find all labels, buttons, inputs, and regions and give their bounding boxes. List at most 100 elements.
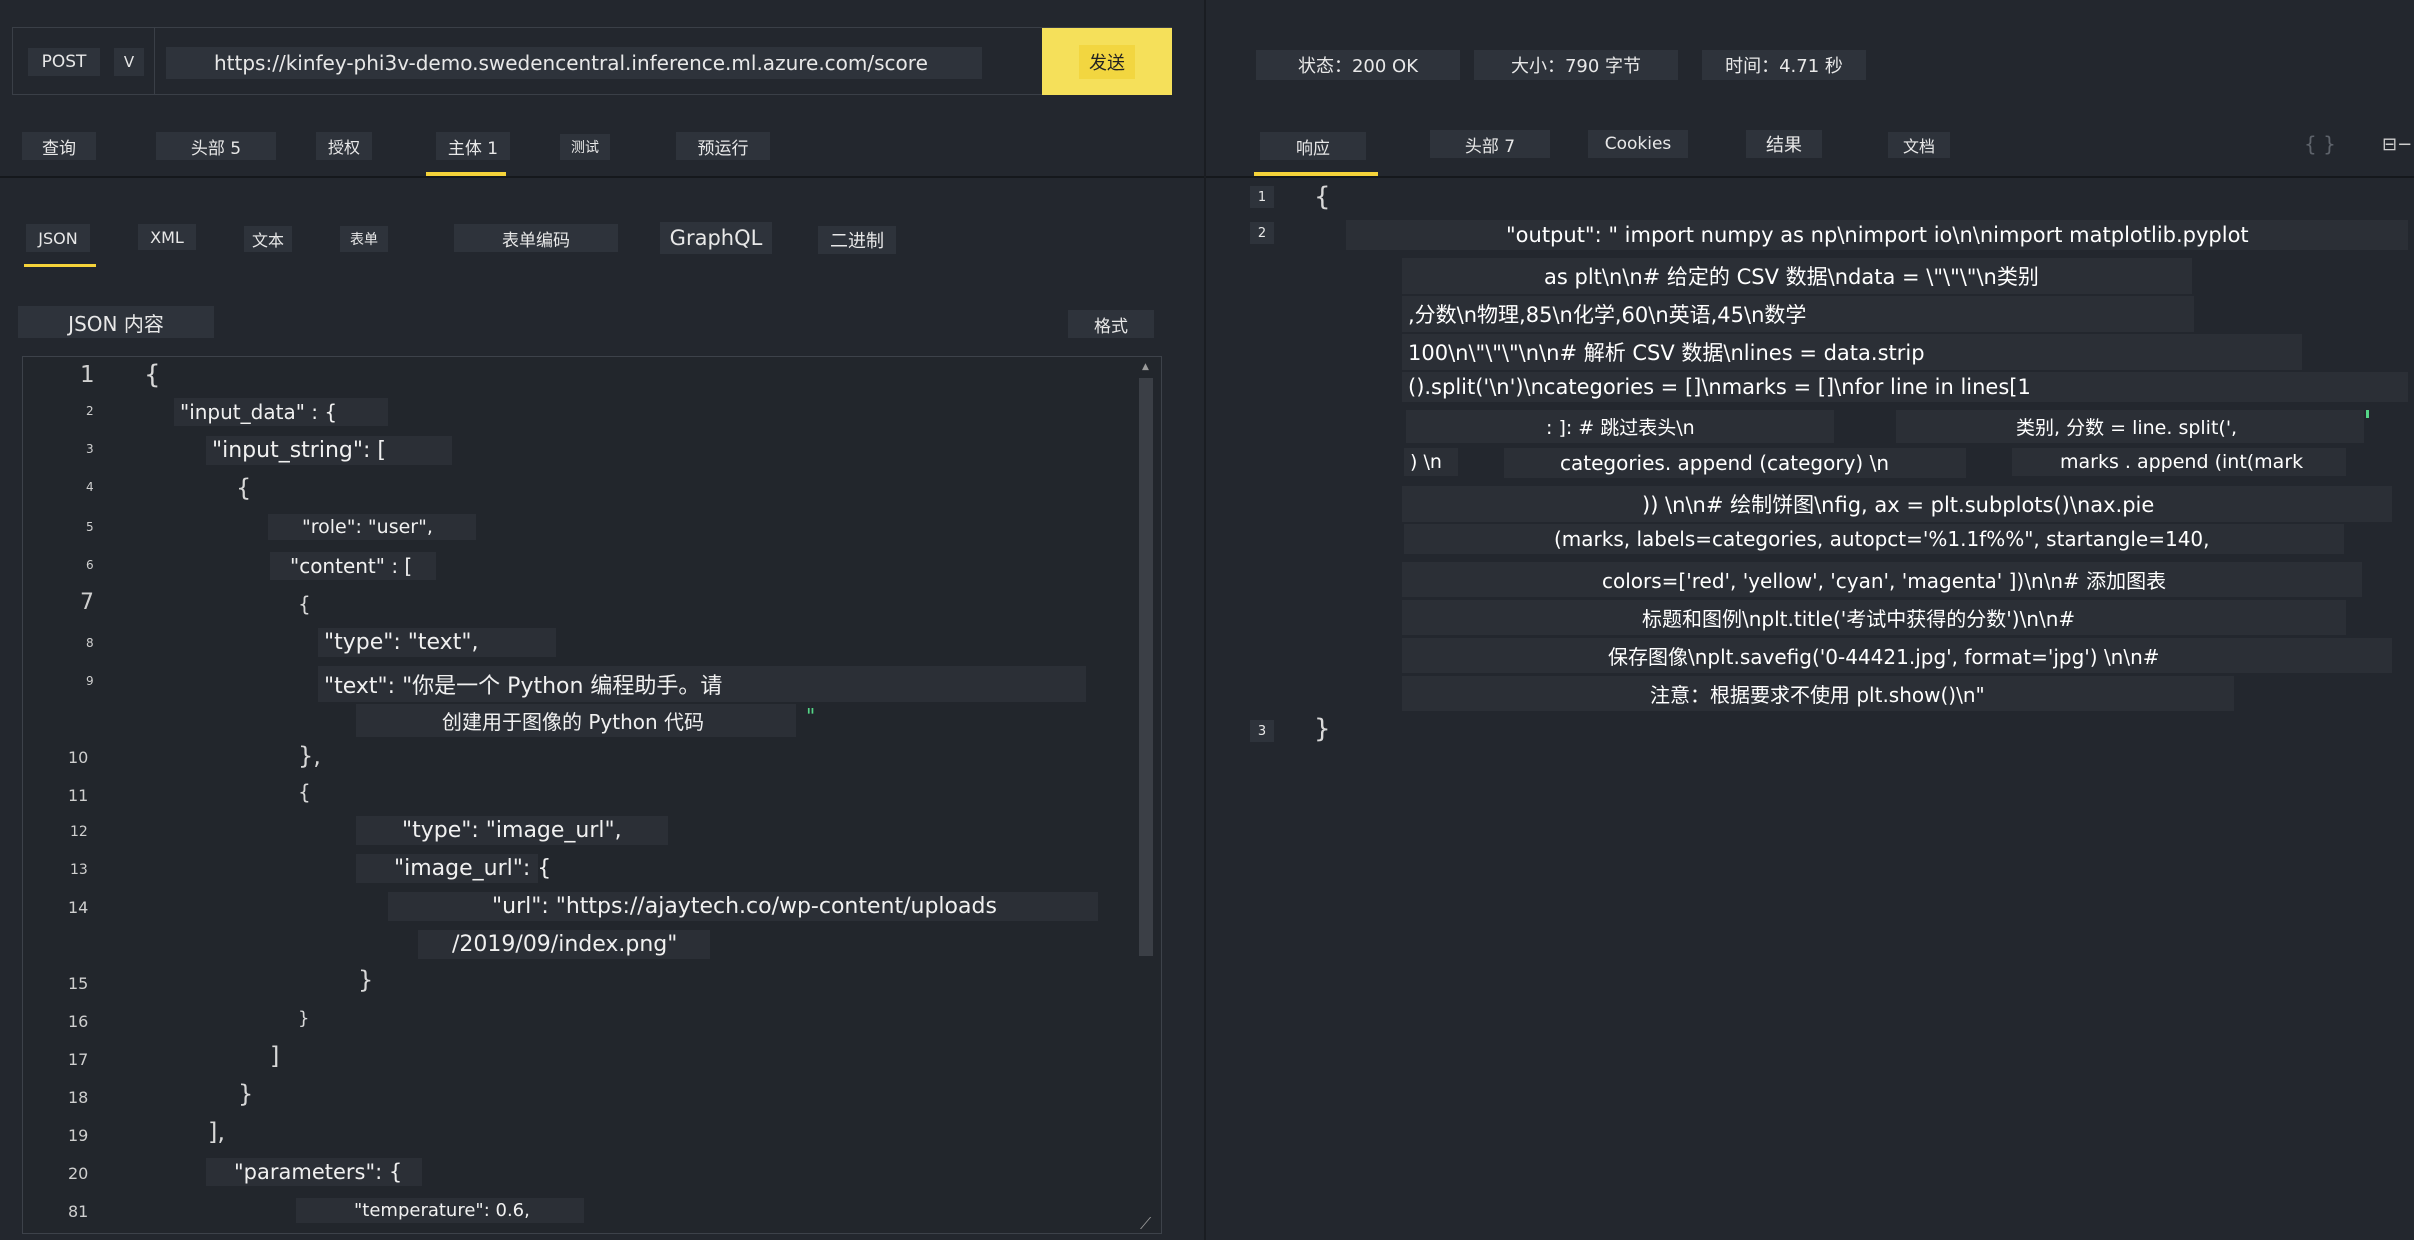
body-tab-graphql[interactable]: GraphQL	[660, 222, 772, 254]
line-number: 20	[68, 1164, 89, 1183]
response-text-line: "output": " import numpy as np\nimport i…	[1346, 220, 2408, 250]
tab-response[interactable]: 响应	[1260, 132, 1366, 160]
response-text-line: ) \n	[1404, 448, 1458, 476]
tab-docs[interactable]: 文档	[1888, 132, 1950, 158]
response-text-line: )) \n\n# 绘制饼图\nfig, ax = plt.subplots()\…	[1402, 486, 2392, 522]
code-brace: {	[236, 474, 252, 502]
tab-auth[interactable]: 授权	[316, 132, 372, 160]
response-line-number: 1	[1250, 186, 1274, 208]
line-number: 19	[68, 1126, 89, 1145]
code-line: "text": "你是一个 Python 编程助手。请	[318, 666, 1086, 702]
tab-headers[interactable]: 头部 5	[156, 132, 276, 160]
code-line: "input_data" : {	[174, 398, 388, 426]
size-badge: 大小：790 字节	[1474, 50, 1678, 80]
code-line: 创建用于图像的 Python 代码	[356, 704, 796, 737]
code-line: "temperature": 0.6,	[296, 1198, 584, 1223]
body-tab-form[interactable]: 表单	[340, 226, 388, 252]
code-line: /2019/09/index.png"	[418, 930, 710, 959]
response-text-line: : ]: # 跳过表头\n	[1406, 410, 1834, 443]
code-brace: }	[238, 1080, 254, 1108]
line-number: 5	[86, 520, 94, 534]
line-number: 16	[68, 1012, 89, 1031]
line-number: 3	[86, 442, 94, 456]
line-number: 4	[86, 480, 94, 494]
body-tab-text[interactable]: 文本	[244, 226, 292, 252]
format-button[interactable]: 格式	[1068, 310, 1154, 338]
response-text-line: as plt\n\n# 给定的 CSV 数据\ndata = \"\"\"\n类…	[1402, 258, 2192, 294]
line-number: 2	[86, 404, 94, 418]
response-text-line: ().split('\n')\ncategories = []\nmarks =…	[1402, 372, 2408, 402]
response-text-line: marks . append (int(mark	[2012, 448, 2346, 476]
code-brace: }	[298, 1008, 310, 1029]
code-brace: {	[144, 360, 161, 390]
code-line: "image_url": {	[356, 854, 551, 883]
code-quote: "	[806, 704, 816, 728]
send-button[interactable]: 发送	[1042, 28, 1172, 95]
line-number: 10	[68, 748, 89, 767]
response-line-number: 2	[1250, 222, 1274, 244]
url-divider	[154, 28, 155, 95]
json-editor[interactable]	[22, 356, 1162, 1234]
method-select[interactable]: POST	[28, 48, 100, 76]
time-badge: 时间：4.71 秒	[1702, 50, 1866, 80]
scroll-up-icon[interactable]: ▲	[1142, 362, 1149, 372]
code-brace: {	[298, 780, 311, 804]
response-line-number: 3	[1250, 720, 1274, 742]
tab-tests[interactable]: 测试	[560, 134, 610, 160]
tab-pre-run[interactable]: 预运行	[676, 132, 770, 160]
tab-body[interactable]: 主体 1	[436, 132, 510, 160]
line-number: 9	[86, 674, 94, 688]
body-tab-form-encoded[interactable]: 表单编码	[454, 224, 618, 252]
braces-icon[interactable]: { }	[2304, 132, 2336, 156]
line-number: 7	[80, 590, 94, 615]
tab-results[interactable]: 结果	[1746, 130, 1822, 158]
active-body-tab-indicator	[24, 264, 96, 267]
code-brace: }	[358, 966, 374, 994]
line-number: 8	[86, 636, 94, 650]
code-line: "url": "https://ajaytech.co/wp-content/u…	[388, 892, 1098, 921]
line-number: 14	[68, 898, 89, 917]
status-badge: 状态：200 OK	[1256, 50, 1460, 80]
tab-query[interactable]: 查询	[22, 132, 96, 160]
request-pane: POST V https://kinfey-phi3v-demo.swedenc…	[0, 0, 1204, 1240]
response-text-line: ,分数\n物理,85\n化学,60\n英语,45\n数学	[1402, 296, 2194, 332]
response-text-line: 100\n\"\"\"\n\n# 解析 CSV 数据\nlines = data…	[1402, 334, 2302, 370]
response-text-line: colors=['red', 'yellow', 'cyan', 'magent…	[1402, 562, 2362, 597]
method-dropdown-toggle[interactable]: V	[114, 48, 144, 76]
code-line: "type": "text",	[318, 628, 556, 657]
code-line: "input_string": [	[206, 436, 452, 465]
send-button-label: 发送	[1079, 44, 1135, 79]
code-brace: {	[298, 592, 311, 616]
response-brace: {	[1314, 182, 1331, 212]
line-number: 6	[86, 558, 94, 572]
line-number: 11	[68, 786, 89, 805]
line-number: 1	[80, 362, 95, 388]
code-line: "role": "user",	[268, 514, 476, 540]
response-text-line: (marks, labels=categories, autopct='%1.1…	[1404, 524, 2344, 554]
tab-response-headers[interactable]: 头部 7	[1430, 130, 1550, 158]
code-line: "parameters": {	[206, 1158, 422, 1186]
body-tab-binary[interactable]: 二进制	[818, 226, 896, 254]
editor-scrollbar[interactable]	[1139, 378, 1153, 956]
response-text-line: categories. append (category) \n	[1504, 448, 1966, 478]
response-text-line: 注意：根据要求不使用 plt.show()\n"	[1402, 676, 2234, 711]
body-tab-json[interactable]: JSON	[26, 224, 90, 252]
line-number: 15	[68, 974, 89, 993]
response-text-line: 标题和图例\nplt.title('考试中获得的分数')\n\n#	[1402, 600, 2346, 635]
response-marker	[2366, 410, 2369, 418]
collapse-menu-icon[interactable]: ⊟−	[2382, 134, 2412, 155]
line-number: 12	[70, 824, 88, 840]
response-tabs-separator	[1206, 176, 2414, 178]
line-number: 17	[68, 1050, 89, 1069]
tab-cookies[interactable]: Cookies	[1588, 130, 1688, 158]
tabs-separator	[0, 176, 1204, 178]
line-number: 18	[68, 1088, 89, 1107]
resize-handle-icon[interactable]: ⟋	[1140, 1214, 1151, 1234]
response-text-line: 保存图像\nplt.savefig('0-44421.jpg', format=…	[1402, 638, 2392, 673]
url-input[interactable]: https://kinfey-phi3v-demo.swedencentral.…	[166, 47, 982, 79]
code-line: "content" : [	[270, 552, 436, 580]
response-pane: 状态：200 OK 大小：790 字节 时间：4.71 秒 响应 头部 7 Co…	[1206, 0, 2414, 1240]
line-number: 81	[68, 1202, 89, 1221]
code-brace: },	[298, 742, 321, 770]
body-tab-xml[interactable]: XML	[138, 224, 196, 250]
